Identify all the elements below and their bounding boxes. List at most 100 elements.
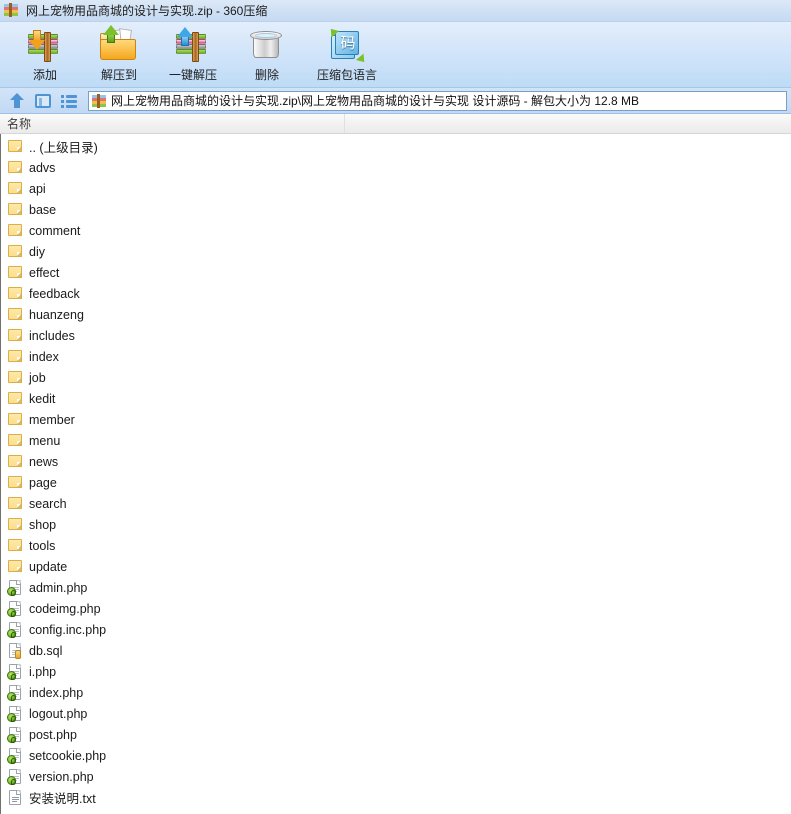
folder-icon	[7, 348, 24, 365]
file-list-row[interactable]: config.inc.php	[1, 619, 791, 640]
archive-manager-window: 网上宠物用品商城的设计与实现.zip - 360压缩 添加 解压到 一键解压 删…	[0, 0, 791, 814]
delete-label: 删除	[254, 68, 279, 82]
php-file-icon	[7, 663, 24, 680]
file-name: effect	[29, 265, 60, 280]
folder-icon	[7, 180, 24, 197]
file-list-row[interactable]: member	[1, 409, 791, 430]
file-name: .. (上级目录)	[29, 141, 98, 155]
file-list-header: 名称	[0, 114, 791, 134]
folder-icon	[7, 243, 24, 260]
folder-icon	[7, 495, 24, 512]
php-file-icon	[7, 726, 24, 743]
extract-to-button[interactable]: 解压到	[82, 22, 156, 86]
file-list-row[interactable]: base	[1, 199, 791, 220]
folder-icon	[7, 306, 24, 323]
file-name: api	[29, 181, 46, 196]
file-list-row[interactable]: admin.php	[1, 577, 791, 598]
add-to-archive-button[interactable]: 添加	[8, 22, 82, 86]
archive-language-glyph: 码	[340, 35, 356, 52]
file-list-row[interactable]: version.php	[1, 766, 791, 787]
folder-icon	[7, 285, 24, 302]
file-list-row[interactable]: feedback	[1, 283, 791, 304]
file-name: menu	[29, 433, 61, 448]
up-arrow-icon[interactable]	[6, 91, 28, 111]
file-list-row[interactable]: api	[1, 178, 791, 199]
file-list-row[interactable]: i.php	[1, 661, 791, 682]
file-name: kedit	[29, 391, 56, 406]
folder-icon	[7, 390, 24, 407]
folder-icon	[7, 558, 24, 575]
folder-icon	[7, 537, 24, 554]
path-field[interactable]: 网上宠物用品商城的设计与实现.zip\网上宠物用品商城的设计与实现 设计源码 -…	[88, 90, 787, 111]
folder-icon	[7, 264, 24, 281]
file-list-row[interactable]: menu	[1, 430, 791, 451]
file-name: version.php	[29, 769, 94, 784]
file-name: diy	[29, 244, 45, 259]
file-list-row[interactable]: shop	[1, 514, 791, 535]
file-list-row[interactable]: job	[1, 367, 791, 388]
file-name: setcookie.php	[29, 748, 107, 763]
file-list-row[interactable]: diy	[1, 241, 791, 262]
archive-language-label: 压缩包语言	[316, 68, 377, 82]
folder-icon	[7, 432, 24, 449]
file-list-row[interactable]: page	[1, 472, 791, 493]
folder-icon	[7, 474, 24, 491]
file-name: huanzeng	[29, 307, 84, 322]
window-title: 网上宠物用品商城的设计与实现.zip - 360压缩	[26, 4, 268, 18]
php-file-icon	[7, 768, 24, 785]
php-file-icon	[7, 705, 24, 722]
file-list-row[interactable]: huanzeng	[1, 304, 791, 325]
file-list-row[interactable]: advs	[1, 157, 791, 178]
file-list-row[interactable]: 安装说明.txt	[1, 787, 791, 808]
file-name: 安装说明.txt	[29, 792, 96, 806]
main-toolbar: 添加 解压到 一键解压 删除 码 压缩包语言	[0, 22, 791, 88]
text-file-icon	[7, 789, 24, 806]
php-file-icon	[7, 600, 24, 617]
file-list-row[interactable]: search	[1, 493, 791, 514]
extract-to-icon	[98, 25, 140, 64]
archive-language-button[interactable]: 码 压缩包语言	[304, 22, 390, 86]
file-list[interactable]: .. (上级目录) advs api base comment diy effect feed…	[0, 134, 791, 814]
file-list-row[interactable]: kedit	[1, 388, 791, 409]
file-list-row[interactable]: .. (上级目录)	[1, 136, 791, 157]
file-name: shop	[29, 517, 57, 532]
archive-language-icon: 码	[326, 25, 369, 66]
file-list-row[interactable]: tools	[1, 535, 791, 556]
file-list-row[interactable]: news	[1, 451, 791, 472]
file-list-row[interactable]: includes	[1, 325, 791, 346]
extract-to-label: 解压到	[100, 68, 137, 82]
delete-button[interactable]: 删除	[230, 22, 304, 86]
file-list-row[interactable]: post.php	[1, 724, 791, 745]
file-list-row[interactable]: effect	[1, 262, 791, 283]
add-to-archive-icon	[24, 26, 66, 64]
file-name: index	[29, 349, 59, 364]
file-list-row[interactable]: logout.php	[1, 703, 791, 724]
folder-icon	[7, 453, 24, 470]
folder-icon	[7, 138, 24, 155]
folder-icon	[7, 369, 24, 386]
file-list-row[interactable]: update	[1, 556, 791, 577]
file-name: member	[29, 412, 75, 427]
file-list-row[interactable]: comment	[1, 220, 791, 241]
preview-panel-icon[interactable]	[32, 91, 54, 111]
file-list-row[interactable]: index.php	[1, 682, 791, 703]
file-list-row[interactable]: setcookie.php	[1, 745, 791, 766]
file-list-row[interactable]: db.sql	[1, 640, 791, 661]
file-list-row[interactable]: codeimg.php	[1, 598, 791, 619]
file-name: db.sql	[29, 643, 63, 658]
file-name: config.inc.php	[29, 622, 107, 637]
folder-icon	[7, 222, 24, 239]
php-file-icon	[7, 747, 24, 764]
php-file-icon	[7, 684, 24, 701]
address-bar: 网上宠物用品商城的设计与实现.zip\网上宠物用品商城的设计与实现 设计源码 -…	[0, 88, 791, 114]
file-name: post.php	[29, 727, 77, 742]
path-zip-archive-icon	[92, 93, 107, 108]
one-click-extract-icon	[172, 26, 214, 64]
folder-icon	[7, 327, 24, 344]
file-name: base	[29, 202, 57, 217]
one-click-extract-button[interactable]: 一键解压	[156, 22, 230, 86]
list-view-icon[interactable]	[58, 91, 80, 111]
file-list-row[interactable]: index	[1, 346, 791, 367]
column-header-name[interactable]: 名称	[0, 114, 345, 133]
sql-file-icon	[7, 642, 24, 659]
